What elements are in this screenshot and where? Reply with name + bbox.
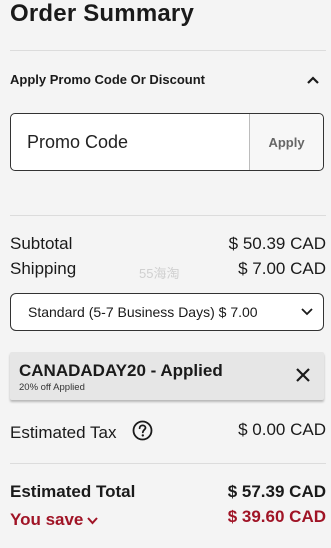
divider [10,463,326,464]
coupon-detail: 20% off Applied [19,382,85,393]
shipping-value: $ 7.00 CAD [238,259,326,278]
chevron-down-icon [301,308,313,316]
watermark: 55海淘 [139,266,180,281]
shipping-method-selected: Standard (5-7 Business Days) $ 7.00 [28,304,258,320]
page-title: Order Summary [10,0,195,27]
divider [10,50,326,51]
promo-code-input[interactable] [11,114,251,170]
subtotal-row: Subtotal $ 50.39 CAD [10,234,326,254]
subtotal-label: Subtotal [10,234,73,253]
estimated-total-label: Estimated Total [10,482,136,501]
apply-promo-button[interactable]: Apply [249,114,323,170]
promo-code-form: Apply [10,113,324,171]
help-icon[interactable] [132,420,153,441]
shipping-label: Shipping [10,259,77,278]
chevron-up-icon[interactable] [307,75,319,85]
you-save-toggle[interactable]: You save [10,510,99,530]
chevron-down-icon [87,516,99,525]
you-save-label: You save [10,510,84,529]
shipping-method-select[interactable]: Standard (5-7 Business Days) $ 7.00 [10,293,324,331]
you-save-value: $ 39.60 CAD [227,507,326,526]
estimated-total-value: $ 57.39 CAD [227,482,326,501]
estimated-tax-row: Estimated Tax $ 0.00 CAD [10,420,326,443]
subtotal-value: $ 50.39 CAD [228,234,326,253]
promo-section-toggle[interactable]: Apply Promo Code Or Discount [10,72,205,87]
coupon-code: CANADADAY20 - Applied [19,361,223,380]
divider [10,215,326,216]
applied-coupon: CANADADAY20 - Applied 20% off Applied [10,352,324,400]
close-icon[interactable] [295,367,311,383]
estimated-tax-value: $ 0.00 CAD [238,420,326,439]
estimated-tax-label: Estimated Tax [10,423,117,442]
estimated-total-row: Estimated Total $ 57.39 CAD [10,482,326,502]
